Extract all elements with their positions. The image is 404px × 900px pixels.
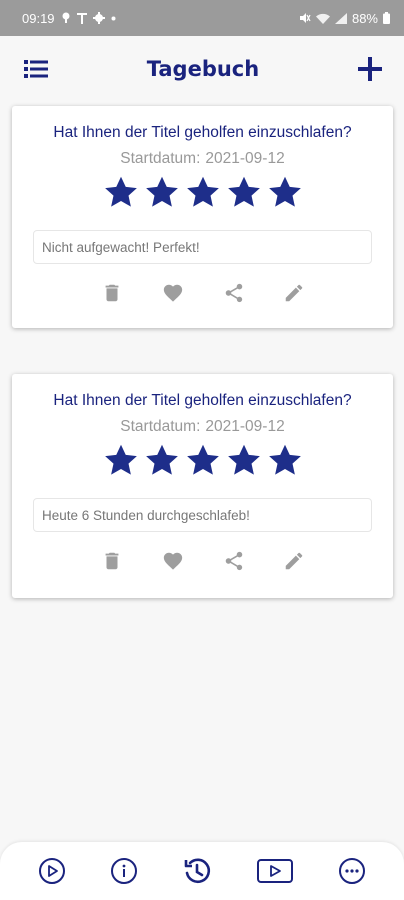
battery-icon [383, 12, 390, 24]
info-icon[interactable] [110, 857, 138, 885]
status-bar: 09:19 88% [0, 0, 404, 36]
trash-icon[interactable] [101, 282, 123, 304]
bottom-nav [0, 842, 404, 900]
entry-date-label: Startdatum: [120, 150, 201, 167]
heart-icon[interactable] [161, 282, 185, 304]
status-time: 09:19 [22, 10, 55, 26]
star-icon[interactable] [268, 444, 302, 476]
notification-dot-icon [61, 12, 71, 24]
star-icon[interactable] [145, 176, 179, 208]
star-icon[interactable] [186, 176, 220, 208]
entry-date: Startdatum: 2021-09-12 [12, 418, 393, 436]
entry-note[interactable]: Heute 6 Stunden durchgeschlafeb! [33, 498, 372, 532]
star-icon[interactable] [227, 444, 261, 476]
page-title: Tagebuch [146, 57, 260, 81]
entry-question: Hat Ihnen der Titel geholfen einzuschlaf… [53, 124, 352, 141]
star-icon[interactable] [268, 176, 302, 208]
star-icon[interactable] [104, 176, 138, 208]
entry-date-value: 2021-09-12 [205, 150, 285, 167]
status-left: 09:19 [22, 11, 116, 26]
star-icon[interactable] [227, 176, 261, 208]
video-icon[interactable] [256, 857, 294, 885]
entry-date-value: 2021-09-12 [205, 418, 285, 435]
dot-icon [111, 16, 116, 21]
more-icon[interactable] [338, 857, 366, 885]
entry-date-label: Startdatum: [120, 418, 201, 435]
rating-stars [12, 444, 393, 476]
share-icon[interactable] [223, 282, 245, 304]
play-icon[interactable] [38, 857, 66, 885]
pencil-icon[interactable] [283, 550, 305, 572]
rating-stars [12, 176, 393, 208]
t-icon [76, 12, 87, 24]
status-right: 88% [299, 11, 390, 26]
entry-date: Startdatum: 2021-09-12 [12, 150, 393, 168]
star-icon[interactable] [104, 444, 138, 476]
card-actions [12, 550, 393, 572]
card-actions [12, 282, 393, 304]
app-bar: Tagebuch [0, 36, 404, 102]
history-icon[interactable] [182, 856, 212, 886]
entry-question: Hat Ihnen der Titel geholfen einzuschlaf… [53, 392, 352, 409]
mute-icon [299, 12, 311, 24]
trash-icon[interactable] [101, 550, 123, 572]
heart-icon[interactable] [161, 550, 185, 572]
entry-note[interactable]: Nicht aufgewacht! Perfekt! [33, 230, 372, 264]
diary-entry-card: Hat Ihnen der Titel geholfen einzuschlaf… [12, 106, 393, 328]
star-icon[interactable] [186, 444, 220, 476]
wifi-icon [315, 13, 330, 24]
pencil-icon[interactable] [283, 282, 305, 304]
diary-entry-card: Hat Ihnen der Titel geholfen einzuschlaf… [12, 374, 393, 598]
gear-icon [92, 12, 105, 24]
list-icon[interactable] [24, 59, 48, 79]
signal-icon [334, 12, 347, 24]
battery-level: 88% [351, 10, 378, 26]
star-icon[interactable] [145, 444, 179, 476]
share-icon[interactable] [223, 550, 245, 572]
plus-icon[interactable] [357, 57, 382, 81]
